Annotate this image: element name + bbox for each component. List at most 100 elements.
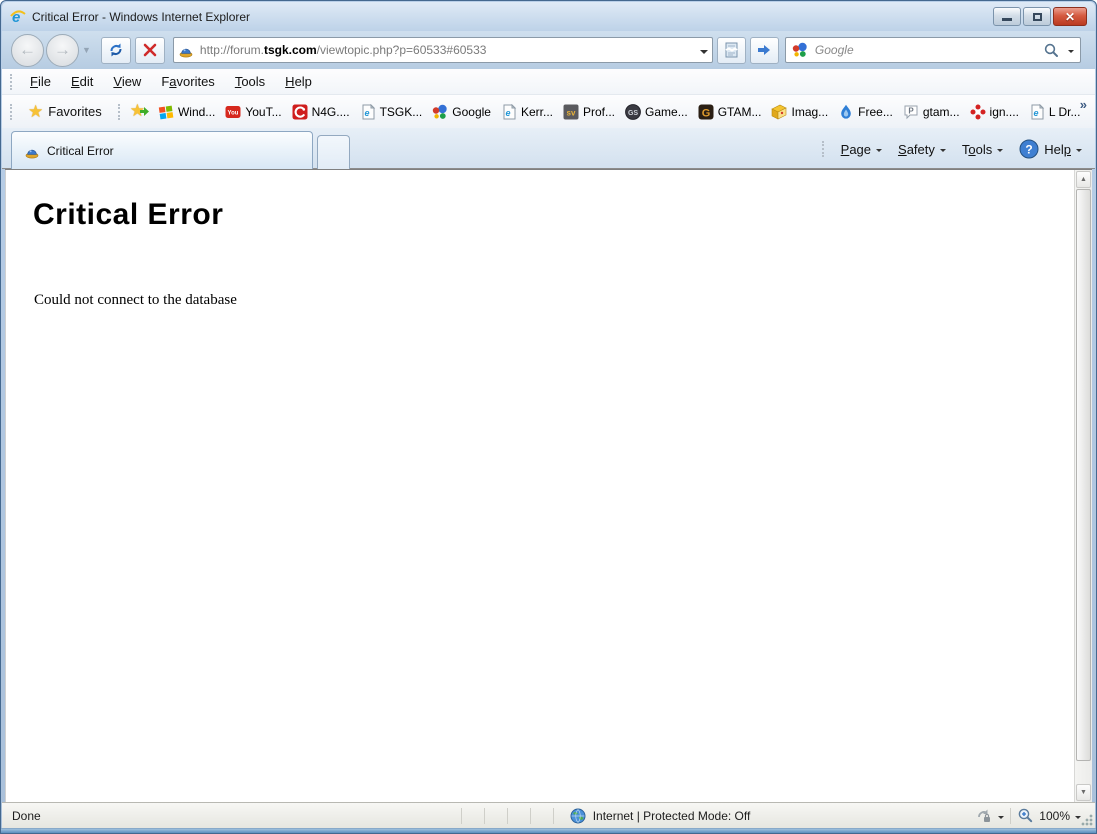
favbar-grip xyxy=(10,104,14,120)
n4g-icon xyxy=(292,104,308,120)
favorite-item-tsgk[interactable]: e TSGK... xyxy=(355,100,428,124)
svg-text:GS: GS xyxy=(628,109,638,116)
menu-view[interactable]: View xyxy=(103,71,151,92)
favorite-item-youtube[interactable]: You YouT... xyxy=(220,100,286,124)
security-zone: Internet | Protected Mode: Off xyxy=(570,808,751,824)
svg-text:?: ? xyxy=(1026,143,1033,157)
favorites-overflow-chevron[interactable]: » xyxy=(1080,97,1087,112)
scroll-down-button[interactable]: ▼ xyxy=(1076,784,1091,801)
new-tab-button[interactable] xyxy=(317,135,350,169)
help-icon: ? xyxy=(1019,139,1039,159)
refresh-button[interactable] xyxy=(101,37,131,64)
favorite-item-gtamforums[interactable]: P gtam... xyxy=(898,100,965,124)
maximize-button[interactable] xyxy=(1023,7,1051,26)
minimize-button[interactable] xyxy=(993,7,1021,26)
close-icon: ✕ xyxy=(1065,10,1075,24)
ie-page-icon: e xyxy=(1029,104,1045,120)
go-arrow-icon xyxy=(756,42,772,58)
svg-text:sv: sv xyxy=(567,108,576,117)
windows-icon xyxy=(158,104,174,120)
stop-button[interactable] xyxy=(135,37,165,64)
help-menu-button[interactable]: ? Help xyxy=(1012,134,1089,164)
favorites-button[interactable]: ★ Favorites xyxy=(20,99,110,124)
favorite-item-free[interactable]: Free... xyxy=(833,100,898,124)
title-bar: e Critical Error - Windows Internet Expl… xyxy=(2,2,1095,31)
search-options-dropdown-icon[interactable] xyxy=(1068,50,1074,56)
compatibility-view-button[interactable] xyxy=(717,37,746,64)
minimize-icon xyxy=(1002,18,1012,21)
search-box[interactable]: Google xyxy=(785,37,1081,63)
page-menu-button[interactable]: Page xyxy=(834,137,889,162)
favorite-item-ldr[interactable]: e L Dr... xyxy=(1024,100,1086,124)
sv-icon: sv xyxy=(563,104,579,120)
favorites-star-icon: ★ xyxy=(28,103,43,120)
page-heading: Critical Error xyxy=(33,198,1074,232)
search-magnifier-icon[interactable] xyxy=(1043,42,1060,59)
favorite-item-prof[interactable]: sv Prof... xyxy=(558,100,620,124)
favorite-item-gamespot[interactable]: GS Game... xyxy=(620,100,693,124)
magnifier-icon xyxy=(1017,807,1034,824)
close-button[interactable]: ✕ xyxy=(1053,7,1087,26)
flame-icon xyxy=(838,104,854,120)
maximize-icon xyxy=(1033,13,1042,21)
svg-text:G: G xyxy=(701,107,710,119)
status-text: Done xyxy=(12,809,41,823)
command-bar: Page Safety Tools ? Help xyxy=(814,134,1089,164)
search-placeholder: Google xyxy=(815,43,1043,57)
recent-pages-dropdown[interactable]: ▼ xyxy=(82,45,91,55)
menu-bar: File Edit View Favorites Tools Help xyxy=(2,69,1095,95)
refresh-icon xyxy=(108,42,124,58)
favorite-item-imageshack[interactable]: Imag... xyxy=(766,100,833,124)
speech-bubble-icon: P xyxy=(903,104,919,120)
url-text: http://forum.tsgk.com/viewtopic.php?p=60… xyxy=(200,43,700,57)
vertical-scrollbar[interactable]: ▲ ▼ xyxy=(1074,170,1092,802)
favorite-item-ign[interactable]: ign.... xyxy=(965,100,1024,124)
favorite-item-n4g[interactable]: N4G.... xyxy=(287,100,355,124)
globe-icon xyxy=(570,808,586,824)
change-zoom-icon[interactable] xyxy=(976,808,992,824)
safety-menu-button[interactable]: Safety xyxy=(891,137,953,162)
scrollbar-thumb[interactable] xyxy=(1076,189,1091,761)
address-bar[interactable]: http://forum.tsgk.com/viewtopic.php?p=60… xyxy=(173,37,713,63)
youtube-icon: You xyxy=(225,104,241,120)
scroll-up-button[interactable]: ▲ xyxy=(1076,171,1091,188)
svg-text:e: e xyxy=(364,108,369,118)
forward-button[interactable]: → xyxy=(46,34,79,67)
gamespot-icon: GS xyxy=(625,104,641,120)
favorite-item-gtam[interactable]: G GTAM... xyxy=(693,100,767,124)
back-button[interactable]: ← xyxy=(11,34,44,67)
google-icon xyxy=(792,42,808,58)
web-page: Critical Error Could not connect to the … xyxy=(5,170,1074,802)
menu-edit[interactable]: Edit xyxy=(61,71,103,92)
favorite-item-windows[interactable]: Wind... xyxy=(153,100,220,124)
menu-tools[interactable]: Tools xyxy=(225,71,275,92)
menu-favorites[interactable]: Favorites xyxy=(151,71,224,92)
cmdbar-grip xyxy=(822,141,826,157)
stop-icon xyxy=(142,42,158,58)
tab-title: Critical Error xyxy=(47,144,114,158)
ie-page-icon: e xyxy=(360,104,376,120)
window-frame-bottom xyxy=(1,828,1096,833)
resize-grip[interactable] xyxy=(1081,814,1093,826)
favorites-bar: ★ Favorites ★ Wind... You YouT... xyxy=(2,95,1095,128)
menu-file[interactable]: File xyxy=(20,71,61,92)
go-button[interactable] xyxy=(750,37,779,64)
tools-menu-button[interactable]: Tools xyxy=(955,137,1010,162)
zoom-level: 100% xyxy=(1039,809,1070,823)
zoom-control[interactable]: 100% xyxy=(1017,807,1081,824)
address-dropdown-icon[interactable] xyxy=(700,50,708,58)
favorite-item-kerr[interactable]: e Kerr... xyxy=(496,100,558,124)
favorite-item-google[interactable]: Google xyxy=(427,100,496,124)
zoom-options-dropdown-icon[interactable] xyxy=(998,816,1004,822)
add-to-favorites-button[interactable]: ★ xyxy=(130,102,145,121)
svg-text:e: e xyxy=(1033,108,1038,118)
tab-critical-error[interactable]: Critical Error xyxy=(11,131,313,169)
menu-help[interactable]: Help xyxy=(275,71,322,92)
chevron-down-icon xyxy=(1076,149,1082,155)
tab-favicon xyxy=(24,143,40,159)
gta-icon: G xyxy=(698,104,714,120)
ign-icon xyxy=(970,104,986,120)
tab-bar: Critical Error Page Safety Tools ? xyxy=(2,128,1095,169)
favbar-grip-2 xyxy=(118,104,122,120)
add-favorite-arrow-icon xyxy=(140,107,149,116)
